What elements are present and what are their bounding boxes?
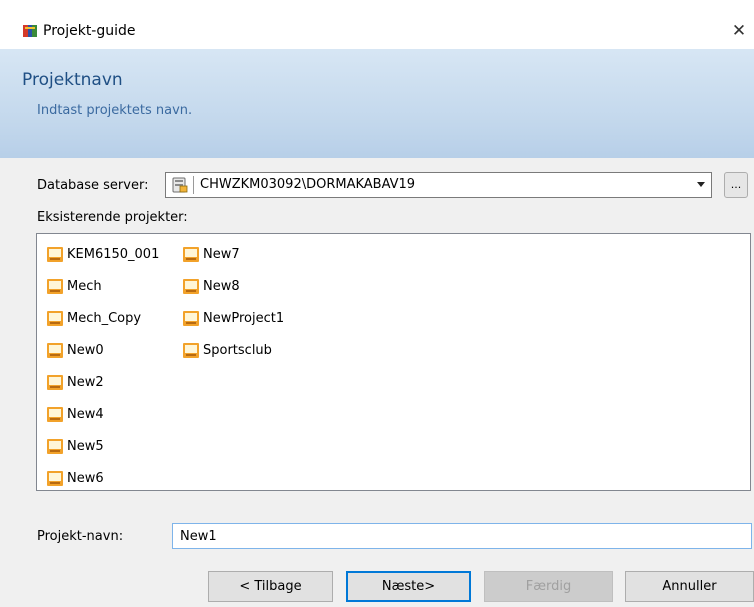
close-icon: ✕ [731,21,747,41]
project-file-icon [47,438,63,454]
project-file-icon [183,310,199,326]
project-name: New0 [67,342,104,358]
project-name: New8 [203,278,240,294]
title-bar: Projekt-guide ✕ [0,0,754,49]
existing-projects-list[interactable]: KEM6150_001 Mech Mech_Copy New0 New2 New… [36,233,751,491]
project-name: New2 [67,374,104,390]
project-file-icon [183,246,199,262]
back-button[interactable]: < Tilbage [208,571,333,602]
project-name: Sportsclub [203,342,272,358]
project-file-icon [47,374,63,390]
project-name: New6 [67,470,104,486]
project-name: Mech [67,278,102,294]
browse-server-button[interactable]: ... [724,172,748,198]
list-item[interactable]: New8 [183,276,240,296]
project-name: New5 [67,438,104,454]
list-item[interactable]: New4 [47,404,104,424]
list-item[interactable]: New6 [47,468,104,488]
app-icon [22,24,38,38]
project-name: Mech_Copy [67,310,142,326]
page-subtitle: Indtast projektets navn. [37,103,193,118]
database-server-select[interactable]: CHWZKM03092\DORMAKABAV19 [165,172,712,198]
list-item[interactable]: Mech [47,276,102,296]
list-item[interactable]: Sportsclub [183,340,272,360]
project-name-label: Projekt-navn: [37,529,124,544]
list-item[interactable]: New5 [47,436,104,456]
next-button[interactable]: Næste> [346,571,471,602]
list-item[interactable]: New0 [47,340,104,360]
project-file-icon [47,310,63,326]
project-file-icon [47,406,63,422]
project-file-icon [47,342,63,358]
finish-button[interactable]: Færdig [484,571,613,602]
database-server-icon [172,177,188,193]
project-name: NewProject1 [203,310,285,326]
combo-divider [193,176,194,194]
list-item[interactable]: New7 [183,244,240,264]
database-server-value: CHWZKM03092\DORMAKABAV19 [200,177,416,192]
project-name: New7 [203,246,240,262]
list-item[interactable]: New2 [47,372,104,392]
project-file-icon [47,246,63,262]
close-button[interactable]: ✕ [724,14,754,49]
project-file-icon [47,278,63,294]
project-name: New4 [67,406,104,422]
chevron-down-icon[interactable] [697,182,705,187]
existing-projects-label: Eksisterende projekter: [37,210,188,225]
page-title: Projektnavn [22,70,123,90]
list-item[interactable]: Mech_Copy [47,308,141,328]
project-name: KEM6150_001 [67,246,160,262]
window-title: Projekt-guide [43,23,136,39]
list-item[interactable]: KEM6150_001 [47,244,159,264]
project-name-input[interactable] [172,523,752,549]
list-item[interactable]: NewProject1 [183,308,284,328]
project-file-icon [183,342,199,358]
database-server-label: Database server: [37,178,149,193]
project-file-icon [183,278,199,294]
cancel-button[interactable]: Annuller [625,571,754,602]
project-file-icon [47,470,63,486]
